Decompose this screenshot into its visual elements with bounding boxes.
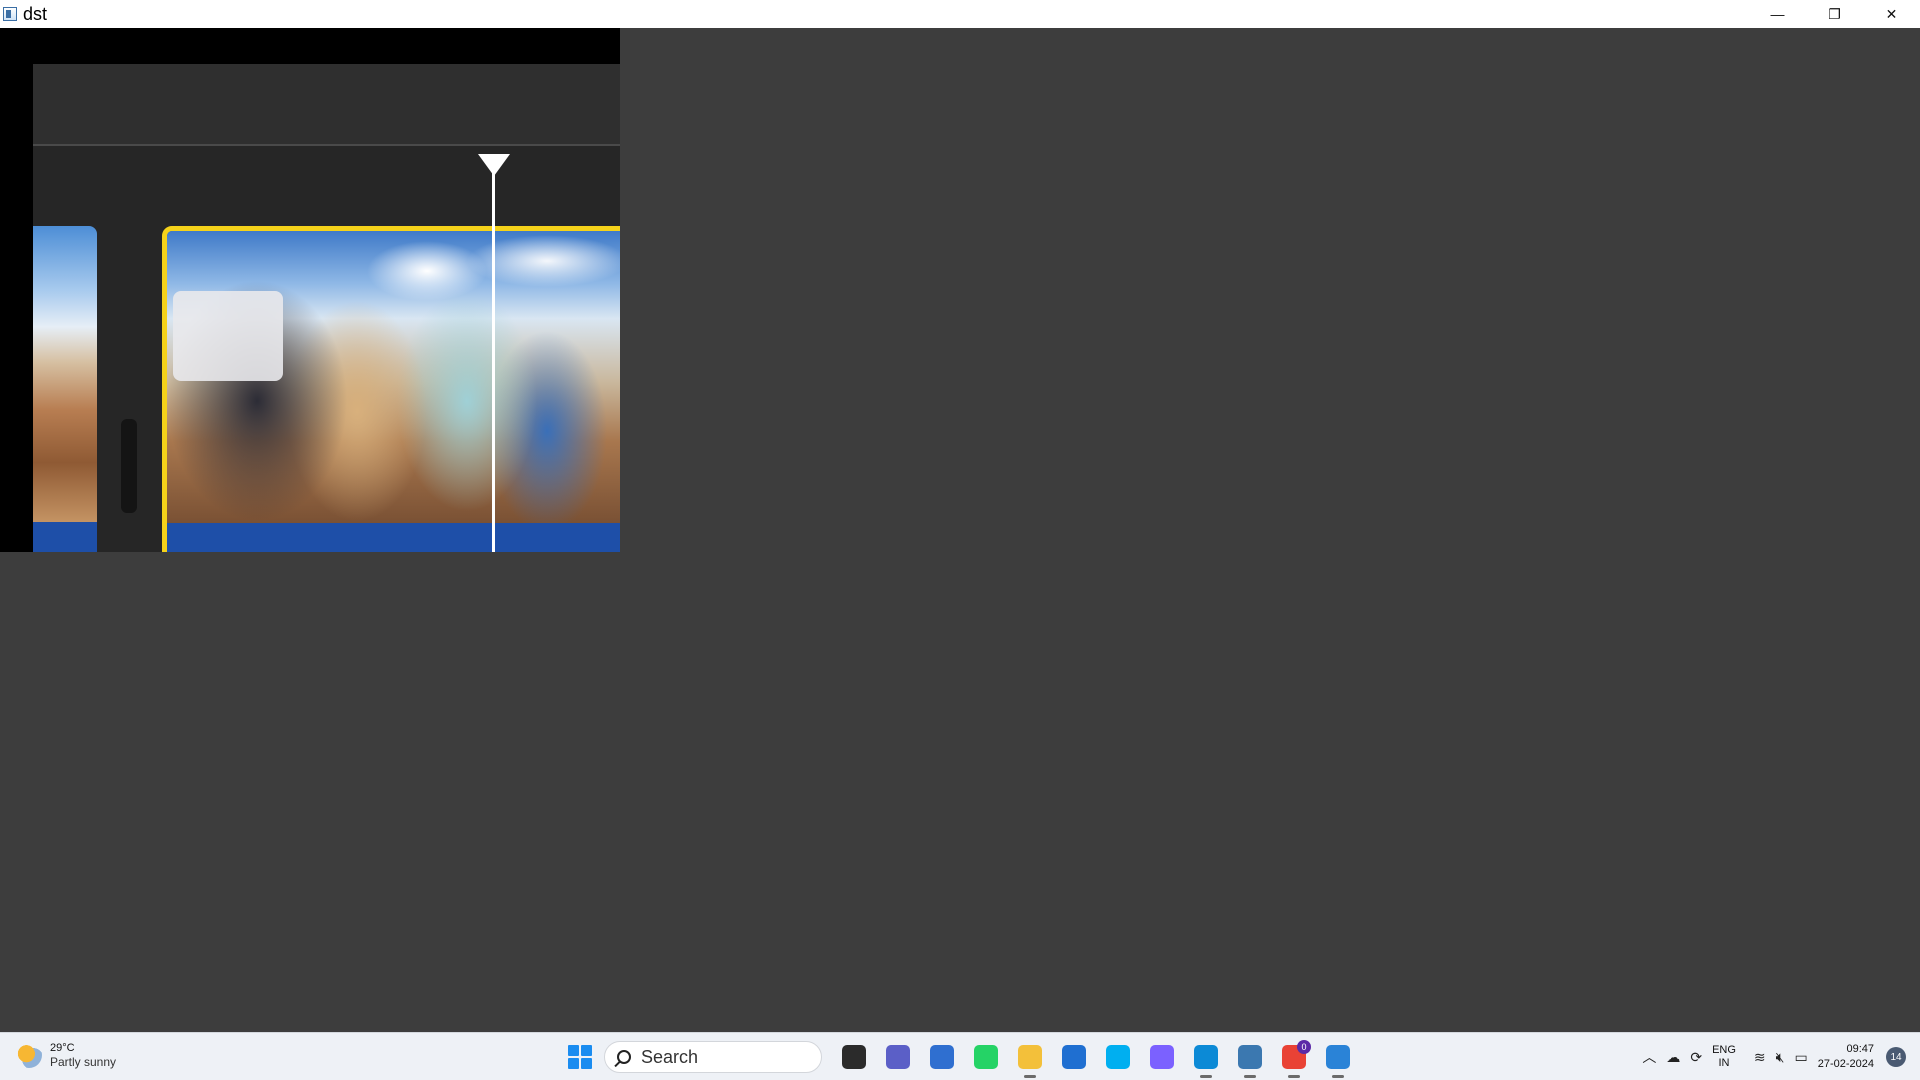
weather-widget[interactable]: 29°C Partly sunny — [16, 1041, 116, 1069]
chrome-icon[interactable]: 0 — [1276, 1039, 1312, 1078]
skype-icon[interactable] — [1100, 1039, 1136, 1075]
search-icon — [617, 1050, 631, 1064]
input-language[interactable]: ENG IN — [1712, 1044, 1736, 1070]
clock-time: 09:47 — [1846, 1043, 1874, 1055]
copilot-icon[interactable] — [1144, 1039, 1180, 1075]
timeline-clip-left[interactable] — [33, 226, 97, 552]
volume-muted-icon[interactable]: 🔇︎ — [1776, 1049, 1785, 1066]
whatsapp-icon[interactable] — [968, 1039, 1004, 1075]
restore-button[interactable]: ❐ — [1806, 0, 1863, 28]
app-badge: 0 — [1297, 1040, 1311, 1054]
battery-icon[interactable]: ▭ — [1794, 1049, 1807, 1066]
taskbar-center: Search 0 — [568, 1039, 1356, 1078]
microsoft-store-icon[interactable] — [1056, 1039, 1092, 1075]
wifi-icon[interactable]: ≋ — [1754, 1049, 1766, 1066]
system-tray: ︿ ☁ ⟳ ENG IN ≋ 🔇︎ ▭ 09:47 27-02-2024 14 — [1642, 1033, 1920, 1080]
clock-date: 27-02-2024 — [1817, 1058, 1874, 1070]
task-view-icon[interactable] — [836, 1039, 872, 1075]
taskbar-search[interactable]: Search — [604, 1041, 822, 1073]
python-app-icon[interactable] — [1232, 1039, 1268, 1078]
notification-count-badge[interactable]: 14 — [1886, 1047, 1906, 1067]
show-hidden-icons-icon[interactable]: ︿ — [1642, 1047, 1656, 1067]
clip-thumbnail — [33, 226, 97, 522]
clip-transition-handle[interactable] — [121, 419, 137, 513]
minimize-button[interactable]: — — [1749, 0, 1806, 28]
clip-audio-track — [33, 522, 97, 552]
window-titlebar: dst — ❐ ✕ — [0, 0, 1920, 28]
timeline-panel — [33, 64, 620, 552]
onedrive-icon[interactable]: ☁ — [1666, 1049, 1680, 1066]
timeline-header — [33, 64, 620, 146]
window-controls: — ❐ ✕ — [1749, 0, 1920, 28]
weather-condition: Partly sunny — [50, 1055, 117, 1069]
widgets-icon[interactable] — [924, 1039, 960, 1075]
preview-band — [0, 28, 620, 64]
clip-thumbnail — [167, 231, 620, 523]
photos-icon[interactable] — [1320, 1039, 1356, 1078]
search-placeholder: Search — [641, 1046, 699, 1067]
clip-audio-track — [167, 523, 620, 552]
file-explorer-icon[interactable] — [1012, 1039, 1048, 1078]
close-button[interactable]: ✕ — [1863, 0, 1920, 28]
edge-icon[interactable] — [1188, 1039, 1224, 1078]
video-editor-view — [0, 28, 620, 552]
weather-temperature: 29°C — [50, 1042, 75, 1054]
sync-icon[interactable]: ⟳ — [1690, 1049, 1702, 1066]
window-title: dst — [23, 3, 48, 24]
teams-chat-icon[interactable] — [880, 1039, 916, 1075]
taskbar: 29°C Partly sunny Search 0 ︿ ☁ ⟳ ENG IN … — [0, 1032, 1920, 1080]
app-icon — [3, 7, 17, 21]
timeline-clip-selected[interactable] — [162, 226, 620, 552]
partly-sunny-icon — [16, 1042, 42, 1068]
windows-start-icon[interactable] — [568, 1045, 592, 1069]
taskbar-clock[interactable]: 09:47 27-02-2024 — [1818, 1042, 1874, 1072]
playhead-line[interactable] — [492, 168, 495, 552]
thumbnail-vehicle — [173, 291, 283, 381]
